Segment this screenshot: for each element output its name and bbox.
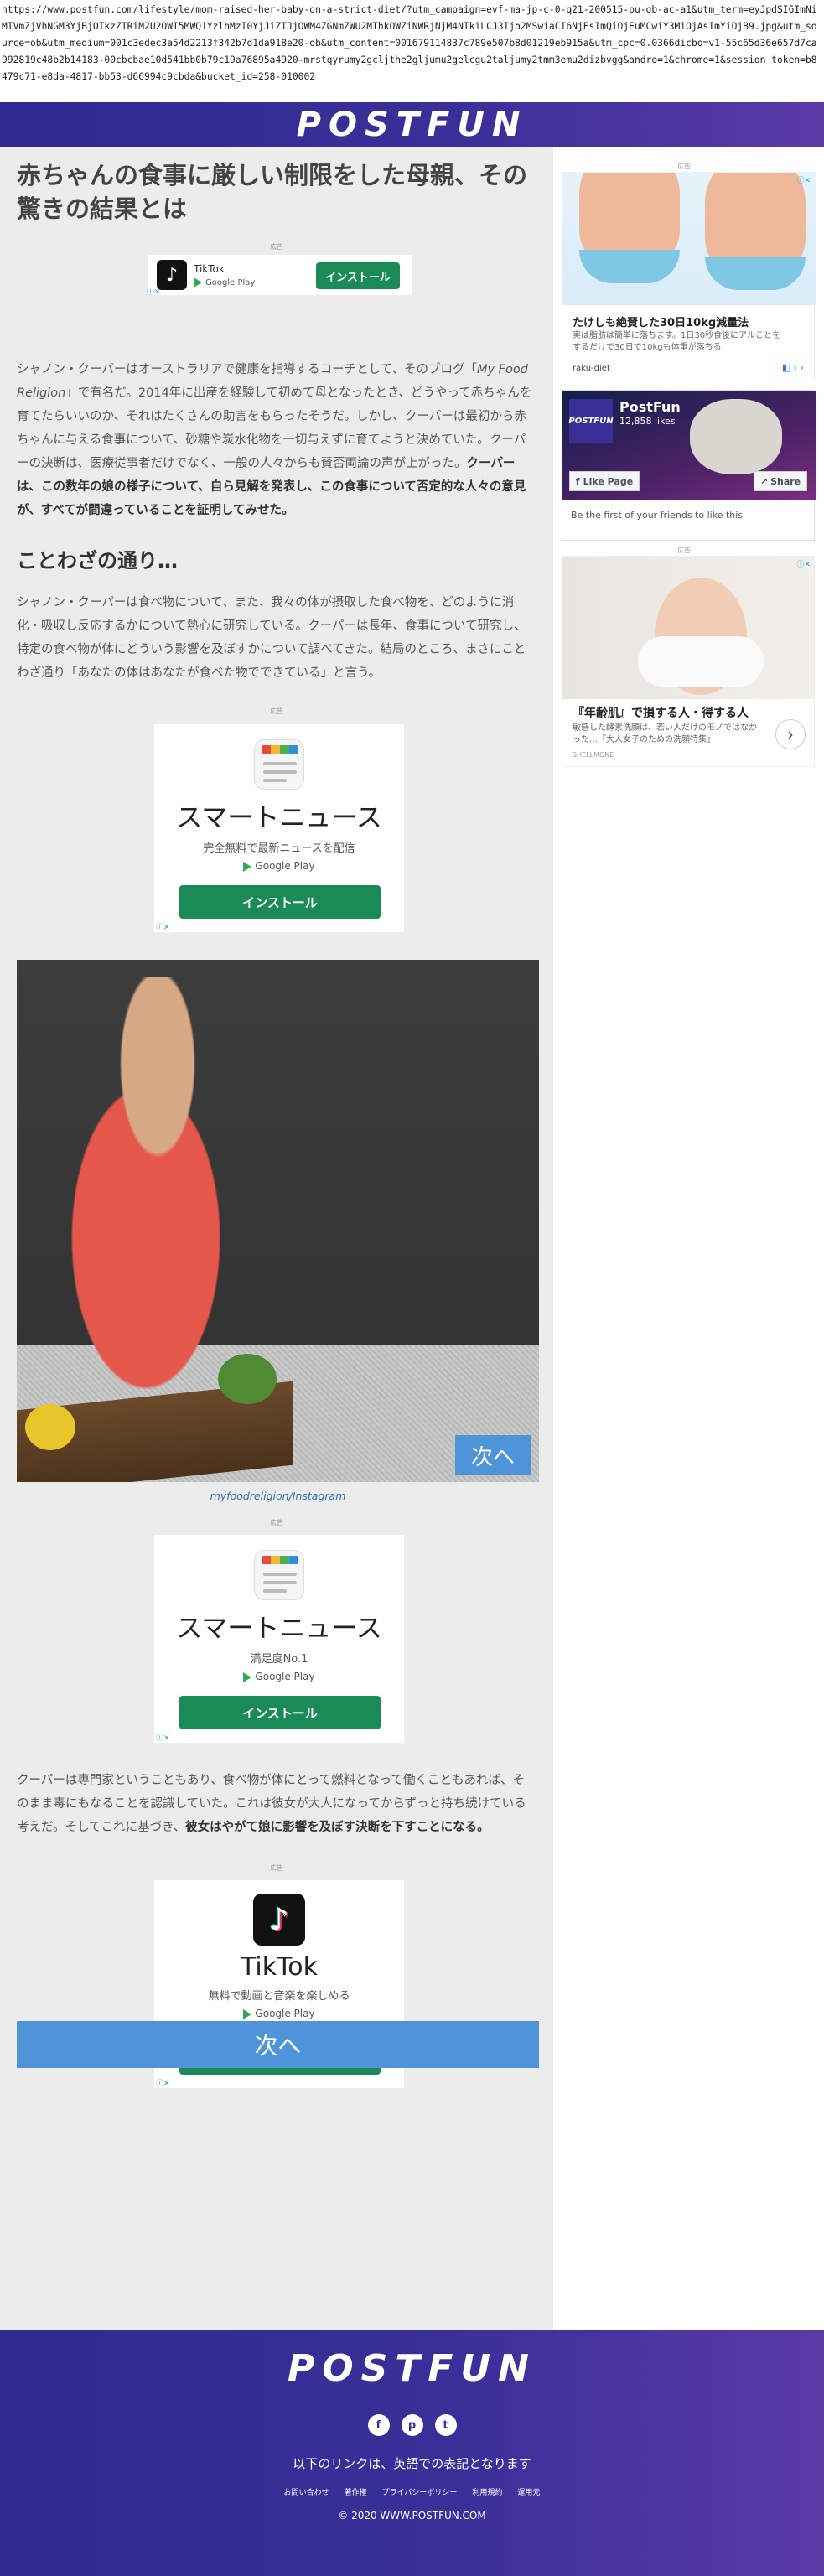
- facebook-page-avatar[interactable]: POSTFUN: [568, 399, 614, 443]
- facebook-page-widget: POSTFUN PostFun 12,858 likes f Like Page …: [562, 390, 816, 541]
- address-bar-url[interactable]: https://www.postfun.com/lifestyle/mom-ra…: [0, 0, 824, 102]
- site-header: POSTFUN: [0, 102, 824, 147]
- google-play-badge: Google Play: [194, 277, 255, 288]
- ad-source: raku-diet: [573, 364, 610, 373]
- ad-app-name: TikTok: [194, 262, 225, 275]
- site-logo[interactable]: POSTFUN: [297, 106, 528, 144]
- article-paragraph-1: シャノン・クーパーはオーストラリアで健康を指導するコーチとして、そのブログ「My…: [17, 363, 532, 517]
- footer-logo[interactable]: POSTFUN: [0, 2347, 824, 2390]
- ad-label: 広告: [270, 707, 283, 715]
- ad-next-arrow-icon[interactable]: ◧ ‹ ›: [782, 362, 804, 373]
- smartnews-app-icon: [254, 739, 304, 790]
- article-paragraph-3: クーパーは専門家ということもあり、食べ物が体にとって燃料となって働くこともあれば…: [17, 1774, 526, 1834]
- adchoices-icon[interactable]: ⓘ✕: [156, 921, 170, 932]
- social-links: f p t: [0, 2414, 824, 2436]
- smartnews-ad-2[interactable]: スマートニュース 満足度No.1 Google Play インストール ⓘ✕: [153, 1534, 405, 1744]
- adchoices-icon[interactable]: ⓘ✕: [796, 174, 811, 185]
- footer-link-copyright[interactable]: 著作権: [345, 2486, 367, 2497]
- google-play-icon: [243, 861, 252, 872]
- photo-caption[interactable]: myfoodreligion/Instagram: [17, 1490, 539, 1502]
- facebook-like-button[interactable]: f Like Page: [569, 471, 640, 491]
- share-icon: ↗: [759, 475, 769, 487]
- ad-headline: たけしも絶賛した30日10kg減量法: [573, 317, 749, 329]
- ad-image: [562, 557, 814, 699]
- footer-link-operator[interactable]: 運用元: [517, 2486, 540, 2497]
- ad-app-name: スマートニュース: [176, 803, 382, 833]
- facebook-share-button[interactable]: ↗ Share: [754, 471, 807, 491]
- article-main: 赤ちゃんの食事に厳しい制限をした母親、その驚きの結果とは 広告 ♪ TikTok…: [0, 147, 553, 2330]
- ad-app-subtitle: 無料で動画と音楽を楽しめる: [208, 1990, 350, 2003]
- ad-app-subtitle: 満足度No.1: [250, 1653, 308, 1666]
- ad-app-name: スマートニュース: [176, 1614, 382, 1644]
- ad-image: [562, 173, 816, 305]
- facebook-like-count: 12,858 likes: [619, 416, 676, 427]
- sidebar: 広告 ⓘ✕ たけしも絶賛した30日10kg減量法 実は脂肪は簡単に落ちます。1日…: [553, 147, 824, 2330]
- next-page-button[interactable]: 次へ: [17, 2021, 539, 2068]
- ad-app-name: TikTok: [240, 1952, 319, 1982]
- install-button[interactable]: インストール: [316, 262, 400, 289]
- tiktok-logo-icon: ♪: [157, 260, 187, 290]
- facebook-friends-text: Be the first of your friends to like thi…: [571, 510, 744, 521]
- smartnews-ad-1[interactable]: スマートニュース 完全無料で最新ニュースを配信 Google Play インスト…: [153, 723, 405, 933]
- ad-label: 広告: [270, 243, 283, 251]
- ad-source: SHELLMONE: [573, 751, 614, 759]
- article-title: 赤ちゃんの食事に厳しい制限をした母親、その驚きの結果とは: [17, 161, 528, 223]
- twitter-icon[interactable]: t: [434, 2414, 457, 2436]
- footer-link-terms[interactable]: 利用規約: [472, 2486, 502, 2497]
- adchoices-icon[interactable]: ⓘ✕: [796, 558, 811, 569]
- install-button[interactable]: インストール: [179, 1696, 381, 1729]
- pinterest-icon[interactable]: p: [401, 2414, 423, 2436]
- footer-link-privacy[interactable]: プライバシーポリシー: [382, 2486, 458, 2497]
- adchoices-icon[interactable]: ⓘ✕: [147, 286, 161, 297]
- footer-link-contact[interactable]: お問い合わせ: [284, 2486, 329, 2497]
- tiktok-logo-icon: ♪: [253, 1894, 305, 1946]
- smartnews-app-icon: [254, 1550, 304, 1600]
- skincare-ad[interactable]: ⓘ✕ 『年齢肌』で損する人・得する人 敏感した酵素洗顔は、若い人だけのモノではな…: [562, 556, 815, 767]
- chevron-right-icon[interactable]: ›: [775, 719, 806, 749]
- ad-label: 広告: [270, 1519, 283, 1526]
- facebook-icon: f: [575, 475, 580, 487]
- ad-headline: 『年齢肌』で損する人・得する人: [573, 707, 749, 720]
- google-play-icon: [243, 2008, 252, 2019]
- google-play-badge: Google Play: [154, 2008, 404, 2019]
- diet-ad[interactable]: ⓘ✕ たけしも絶賛した30日10kg減量法 実は脂肪は簡単に落ちます。1日30秒…: [562, 172, 816, 381]
- adchoices-icon[interactable]: ⓘ✕: [156, 2077, 170, 2088]
- article-subheading: ことわざの通り…: [17, 549, 178, 573]
- facebook-page-name[interactable]: PostFun: [619, 399, 681, 415]
- google-play-icon: [243, 1672, 252, 1682]
- ad-app-subtitle: 完全無料で最新ニュースを配信: [203, 842, 355, 855]
- bold-text: 彼女はやがて娘に影響を及ぼす決断を下すことになる。: [185, 1821, 490, 1834]
- footer-links: お問い合わせ 著作権 プライバシーポリシー 利用規約 運用元: [0, 2486, 824, 2497]
- ad-label: 広告: [677, 163, 691, 170]
- footer-note: 以下のリンクは、英語での表記となります: [293, 2456, 531, 2471]
- ad-description: 敏感した酵素洗顔は、若い人だけのモノではなかった…『大人女子のための洗顔特集』: [573, 723, 757, 744]
- adchoices-icon[interactable]: ⓘ✕: [156, 1732, 170, 1743]
- facebook-icon[interactable]: f: [367, 2414, 390, 2436]
- ad-description: 実は脂肪は簡単に落ちます。1日30秒食後にアルことをするだけで30日で10kgも…: [573, 331, 780, 352]
- article-photo: 次へ: [17, 960, 539, 1482]
- install-button[interactable]: インストール: [179, 885, 381, 919]
- site-footer: POSTFUN f p t 以下のリンクは、英語での表記となります お問い合わせ…: [0, 2330, 824, 2576]
- ad-label: 広告: [270, 1864, 283, 1872]
- google-play-icon: [194, 277, 202, 288]
- ad-label: 広告: [677, 547, 691, 554]
- woman-photo-subject: [17, 977, 251, 1412]
- article-paragraph-2: シャノン・クーパーは食べ物について、また、我々の体が摂取した食べ物を、どのように…: [17, 596, 526, 680]
- tiktok-small-ad[interactable]: ♪ TikTok Google Play インストール ⓘ✕: [147, 254, 412, 297]
- photo-next-button[interactable]: 次へ: [455, 1435, 531, 1475]
- google-play-badge: Google Play: [154, 860, 404, 872]
- footer-copyright: © 2020 WWW.POSTFUN.COM: [338, 2510, 486, 2522]
- google-play-badge: Google Play: [154, 1671, 404, 1682]
